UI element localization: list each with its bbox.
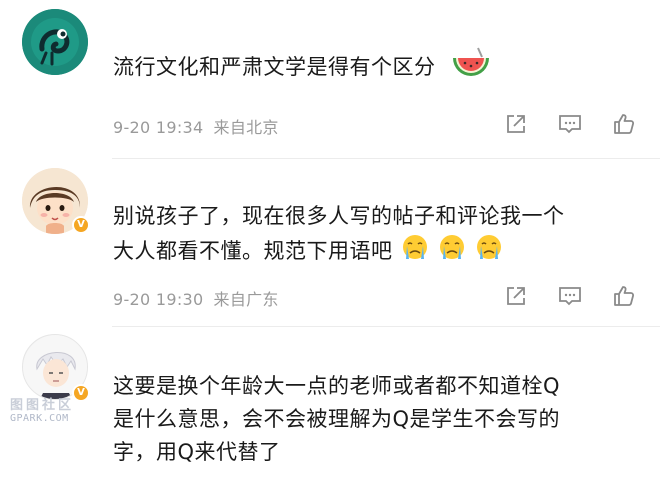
comment-text-line: 字，用Q来代替了 (113, 440, 281, 464)
share-icon (507, 115, 525, 133)
watermark-url: GPARK.COM (10, 413, 69, 424)
crying-face-emoji-icon (437, 233, 467, 271)
watermark: 图图社区 GPARK.COM (10, 394, 74, 424)
share-button[interactable] (502, 110, 530, 138)
comment-text-line-with-emoji: 大人都看不懂。规范下用语吧 (113, 233, 565, 271)
reply-button[interactable] (556, 282, 584, 310)
divider (112, 326, 660, 327)
share-icon (507, 287, 525, 305)
crying-face-emoji-icon (400, 233, 430, 271)
chameleon-avatar[interactable] (22, 9, 88, 75)
comment-location: 来自广东 (213, 290, 279, 309)
comment-text-line: 流行文化和严肃文学是得有个区分 (113, 55, 436, 79)
comment-time: 9-20 19:34 (113, 118, 204, 137)
crying-face-emoji-icon (474, 233, 504, 271)
comment-text: 这要是换个年龄大一点的老师或者都不知道栓Q 是什么意思，会不会被理解为Q是学生不… (113, 370, 560, 469)
comment-item: V 别说孩子了，现在很多人写的帖子和评论我一个 大人都看不懂。规范下用语吧 9-… (0, 160, 660, 328)
comment-location: 来自北京 (213, 118, 279, 137)
comment-text-line: 这要是换个年龄大一点的老师或者都不知道栓Q (113, 374, 561, 398)
share-button[interactable] (502, 282, 530, 310)
like-icon (614, 114, 635, 134)
divider (112, 158, 660, 159)
reply-button[interactable] (556, 110, 584, 138)
comment-meta: 9-20 19:34 来自北京 (113, 114, 279, 138)
comment-time: 9-20 19:30 (113, 290, 204, 309)
verified-badge-icon: V (72, 384, 90, 402)
like-icon (614, 286, 635, 306)
comment-text-line: 大人都看不懂。规范下用语吧 (113, 239, 393, 263)
like-button[interactable] (610, 110, 638, 138)
comment-item: 流行文化和严肃文学是得有个区分 9-20 19:34 来自北京 (0, 0, 660, 160)
like-button[interactable] (610, 282, 638, 310)
comment-actions (502, 110, 638, 138)
comment-actions (502, 282, 638, 310)
watermelon-emoji-icon (451, 46, 491, 90)
comment-text-line: 是什么意思，会不会被理解为Q是学生不会写的 (113, 407, 561, 431)
comment-icon (559, 287, 581, 306)
chameleon-icon (22, 9, 88, 75)
verified-badge-icon: V (72, 216, 90, 234)
comment-meta: 9-20 19:30 来自广东 (113, 286, 279, 310)
comment-item: V 图图社区 GPARK.COM 这要是换个年龄大一点的老师或者都不知道栓Q 是… (0, 328, 660, 477)
comment-icon (559, 115, 581, 134)
comment-text: 别说孩子了，现在很多人写的帖子和评论我一个 大人都看不懂。规范下用语吧 (113, 200, 565, 271)
comment-text: 流行文化和严肃文学是得有个区分 (113, 46, 491, 90)
comment-text-line: 别说孩子了，现在很多人写的帖子和评论我一个 (113, 204, 565, 228)
watermark-logo-text: 图图社区 (10, 398, 75, 413)
